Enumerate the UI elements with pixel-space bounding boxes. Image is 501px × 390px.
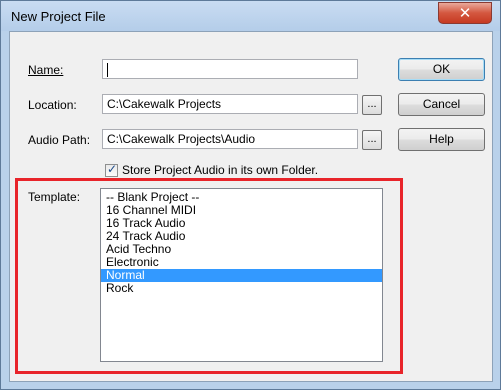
- text-caret: [107, 63, 108, 77]
- new-project-dialog: New Project File ✕ Name: Location: C:\Ca…: [0, 0, 501, 390]
- name-input[interactable]: [102, 59, 358, 79]
- audio-path-input-value: C:\Cakewalk Projects\Audio: [107, 132, 256, 146]
- template-listbox[interactable]: -- Blank Project -- 16 Channel MIDI 16 Tra…: [100, 188, 383, 362]
- close-button[interactable]: ✕: [438, 2, 492, 24]
- location-input[interactable]: C:\Cakewalk Projects: [102, 94, 358, 114]
- location-browse-button[interactable]: ...: [362, 95, 382, 115]
- template-label: Template:: [28, 190, 81, 204]
- audio-path-browse-button[interactable]: ...: [362, 130, 382, 150]
- location-label: Location:: [28, 98, 77, 112]
- ok-button[interactable]: OK: [398, 58, 485, 81]
- window-title: New Project File: [11, 9, 106, 24]
- title-bar[interactable]: New Project File ✕: [1, 1, 500, 31]
- cancel-button[interactable]: Cancel: [398, 93, 485, 116]
- close-icon: ✕: [458, 4, 472, 22]
- name-label: Name:: [28, 63, 63, 77]
- audio-path-label: Audio Path:: [28, 133, 91, 147]
- checkmark-icon: ✓: [107, 162, 118, 176]
- help-button[interactable]: Help: [398, 128, 485, 151]
- location-input-value: C:\Cakewalk Projects: [107, 97, 222, 111]
- store-audio-checkbox[interactable]: ✓: [105, 162, 118, 177]
- template-list-item[interactable]: Rock: [101, 282, 382, 295]
- name-label-text: Name:: [28, 63, 64, 77]
- template-list-item[interactable]: Normal: [101, 269, 382, 282]
- audio-path-input[interactable]: C:\Cakewalk Projects\Audio: [102, 129, 358, 149]
- store-audio-label[interactable]: Store Project Audio in its own Folder.: [122, 163, 318, 177]
